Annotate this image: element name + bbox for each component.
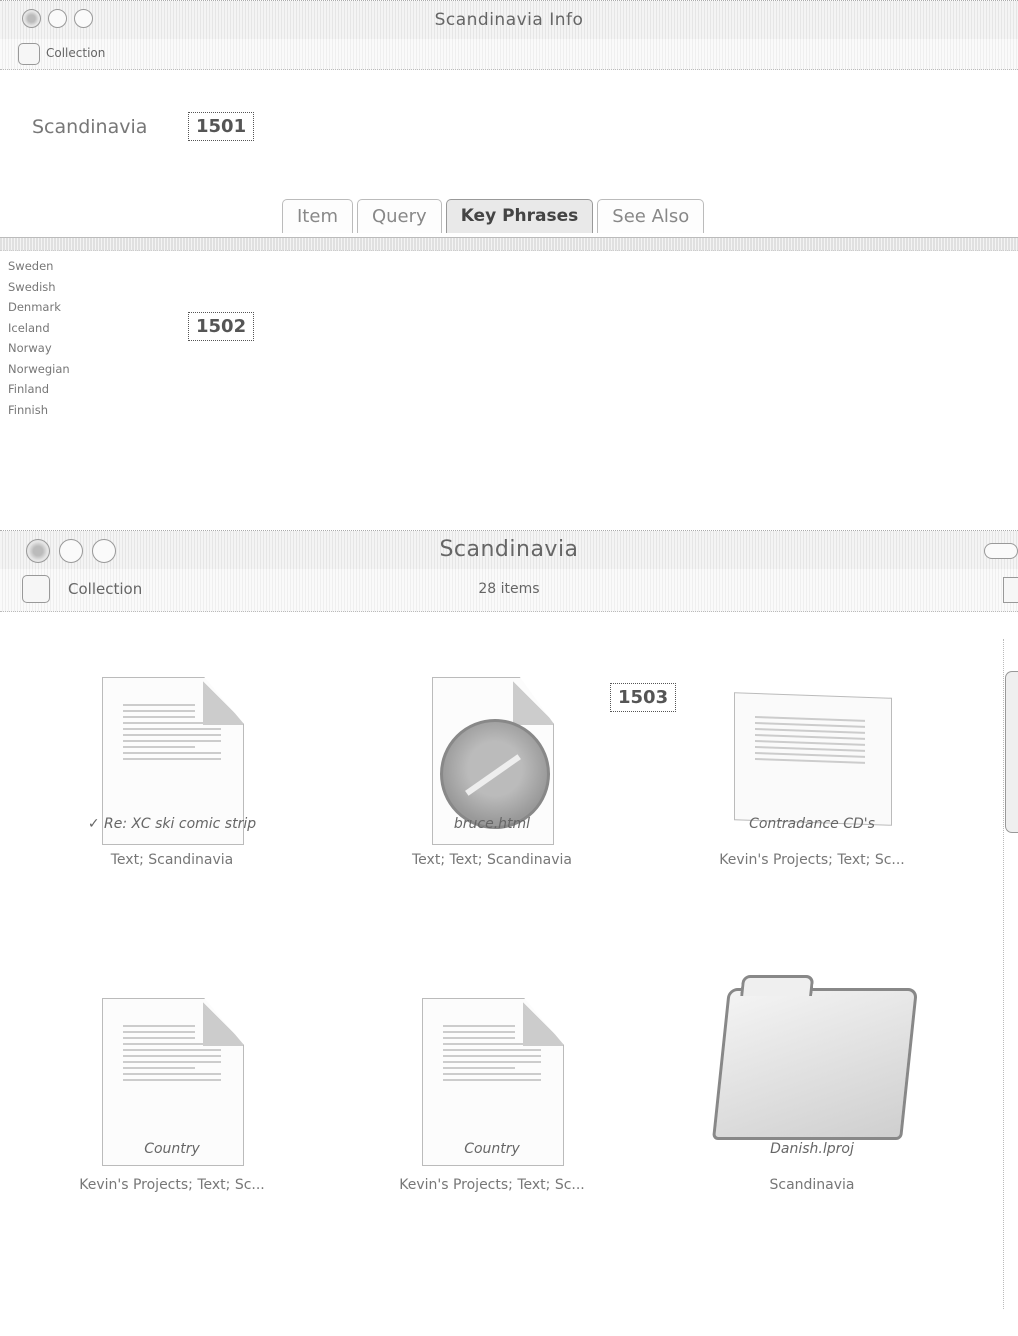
check-icon: ✓ — [87, 816, 105, 832]
list-item[interactable]: Finland — [8, 379, 70, 400]
toolbar-edge-button[interactable] — [1003, 577, 1018, 603]
tab-key-phrases[interactable]: Key Phrases — [445, 199, 594, 233]
collection-name[interactable]: Scandinavia — [32, 116, 147, 138]
folder-icon — [712, 988, 918, 1140]
info-window: Scandinavia Info Collection Scandinavia … — [0, 0, 1018, 456]
globe-icon — [440, 719, 550, 829]
title-bar[interactable]: Scandinavia Info — [0, 1, 1018, 39]
collection-label: Collection — [46, 46, 106, 60]
item-name: Country — [464, 1141, 520, 1157]
item-name: Contradance CD's — [749, 816, 875, 832]
item-meta: Scandinavia — [769, 1177, 855, 1193]
item-meta: Text; Scandinavia — [110, 852, 234, 868]
item-meta: Kevin's Projects; Text; Sc... — [79, 1177, 265, 1193]
toolbar: Collection — [0, 39, 1018, 70]
window-title: Scandinavia — [439, 537, 579, 562]
list-item[interactable]: Iceland — [8, 318, 70, 339]
item-name: Danish.lproj — [770, 1141, 854, 1157]
tab-bar: Item Query Key Phrases See Also — [282, 199, 705, 233]
toolbar-toggle-icon[interactable] — [984, 543, 1018, 559]
tab-see-also[interactable]: See Also — [597, 199, 705, 233]
note-icon — [734, 692, 892, 826]
scrollbar-thumb[interactable] — [1005, 671, 1018, 833]
list-item[interactable]: Denmark — [8, 297, 70, 318]
toolbar: Collection 28 items — [0, 569, 1018, 612]
collection-icon[interactable] — [18, 43, 40, 65]
item-meta: Kevin's Projects; Text; Sc... — [399, 1177, 585, 1193]
key-phrase-list[interactable]: Sweden Swedish Denmark Iceland Norway No… — [8, 256, 70, 420]
item-name: bruce.html — [453, 816, 531, 832]
item-meta: Text; Text; Scandinavia — [412, 852, 572, 868]
tab-query[interactable]: Query — [356, 199, 442, 233]
list-item[interactable]: Sweden — [8, 256, 70, 277]
item-name: Country — [144, 1141, 200, 1157]
list-item[interactable]: Swedish — [8, 277, 70, 298]
tab-item[interactable]: Item — [282, 199, 353, 233]
list-item[interactable]: Norwegian — [8, 359, 70, 380]
item-meta: Kevin's Projects; Text; Sc... — [719, 852, 905, 868]
collection-window: Scandinavia Collection 28 items 1503 ✓ R… — [0, 530, 1018, 1336]
title-bar[interactable]: Scandinavia — [0, 531, 1018, 569]
item-name: ✓ Re: XC ski comic strip — [87, 816, 257, 832]
window-title: Scandinavia Info — [434, 10, 584, 30]
tab-divider — [0, 237, 1018, 251]
list-item[interactable]: Finnish — [8, 400, 70, 421]
item-count: 28 items — [478, 581, 540, 597]
icon-grid: ✓ Re: XC ski comic strip Text; Scandinav… — [22, 641, 962, 1291]
list-item[interactable]: Norway — [8, 338, 70, 359]
callout-label: 1501 — [188, 112, 255, 141]
callout-label: 1502 — [188, 312, 255, 341]
